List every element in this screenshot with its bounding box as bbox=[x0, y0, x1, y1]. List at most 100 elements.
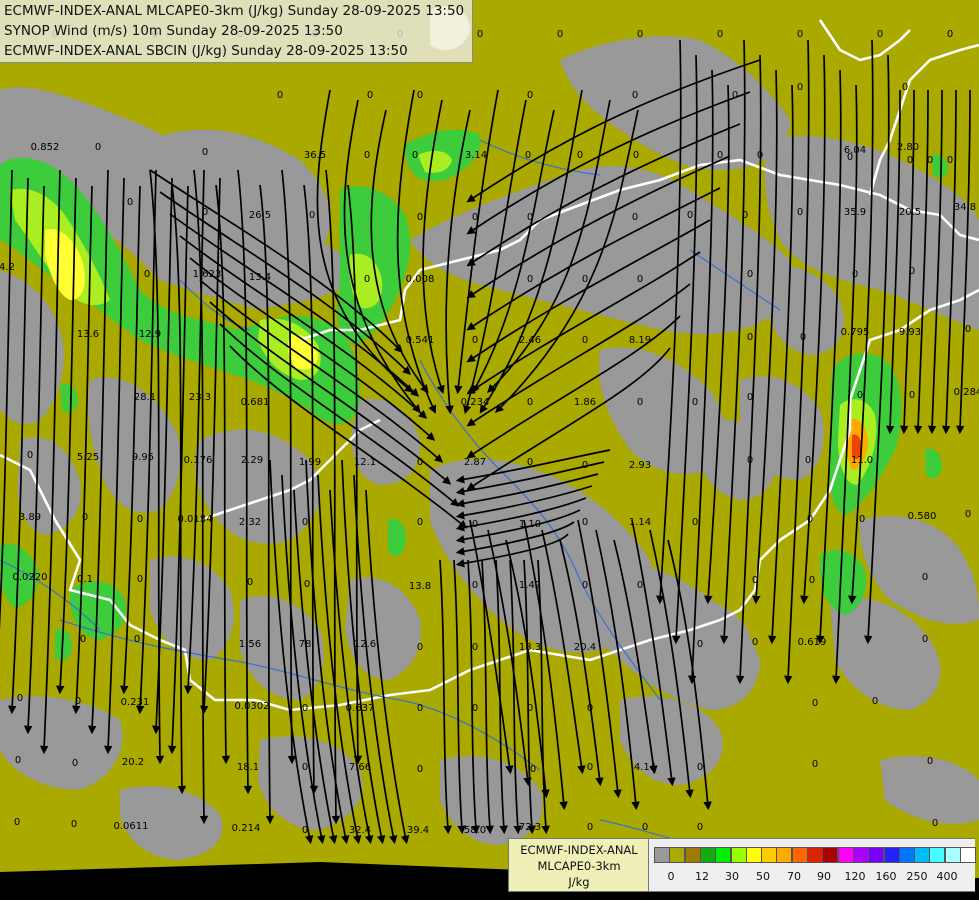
cape-value-label: 0.795 bbox=[841, 327, 870, 338]
cape-value-label: 58.0 bbox=[464, 825, 486, 836]
legend-title-parameter: MLCAPE0-3km bbox=[537, 859, 621, 873]
cape-value-label: 0 bbox=[927, 756, 933, 767]
cape-value-label: 0 bbox=[927, 155, 933, 166]
legend-swatch bbox=[745, 847, 762, 863]
cape-value-label: 0 bbox=[82, 512, 88, 523]
cape-value-label: 0 bbox=[527, 703, 533, 714]
cape-value-label: 1.14 bbox=[629, 517, 651, 528]
cape-value-label: 0 bbox=[812, 698, 818, 709]
cape-value-label: 0.176 bbox=[184, 455, 213, 466]
cape-value-label: 0 bbox=[472, 212, 478, 223]
cape-value-label: 0 bbox=[642, 822, 648, 833]
legend-swatch bbox=[699, 847, 716, 863]
cape-value-label: 0 bbox=[587, 703, 593, 714]
cape-value-label: 13.6 bbox=[77, 329, 99, 340]
cape-value-label: 0 bbox=[417, 703, 423, 714]
cape-value-label: 34.8 bbox=[954, 202, 976, 213]
cape-value-label: 0 bbox=[17, 693, 23, 704]
cape-value-label: 0 bbox=[527, 274, 533, 285]
cape-value-label: 0 bbox=[747, 455, 753, 466]
cape-value-label: 2.87 bbox=[464, 457, 486, 468]
legend-tick-label: 50 bbox=[756, 870, 770, 883]
cape-value-label: 0 bbox=[364, 150, 370, 161]
cape-value-label: 0.541 bbox=[406, 335, 435, 346]
cape-value-label: 0 bbox=[752, 575, 758, 586]
cape-value-label: 0 bbox=[309, 210, 315, 221]
legend-swatch bbox=[868, 847, 885, 863]
cape-value-label: 0 bbox=[530, 764, 536, 775]
cape-value-label: 1.10 bbox=[519, 519, 541, 530]
cape-value-label: 0 bbox=[527, 457, 533, 468]
cape-value-label: 0 bbox=[697, 822, 703, 833]
cape-value-label: 0 bbox=[527, 90, 533, 101]
cape-value-label: 0.0184 bbox=[178, 514, 213, 525]
cape-value-label: 5.25 bbox=[77, 452, 99, 463]
legend-swatch bbox=[776, 847, 793, 863]
cape-value-label: 0 bbox=[797, 207, 803, 218]
cape-value-label: 0 bbox=[965, 509, 971, 520]
cape-value-label: 9.95 bbox=[132, 452, 154, 463]
cape-value-label: 0 bbox=[587, 762, 593, 773]
cape-value-label: 0 bbox=[582, 580, 588, 591]
cape-value-label: 1.86 bbox=[574, 397, 596, 408]
cape-value-label: 18.1 bbox=[237, 762, 259, 773]
cape-value-label: 0 bbox=[75, 696, 81, 707]
legend-tick-label: 400 bbox=[936, 870, 958, 883]
cape-value-label: 0 bbox=[809, 575, 815, 586]
cape-value-label: 13.4 bbox=[249, 272, 271, 283]
cape-value-label: 0 bbox=[747, 392, 753, 403]
cape-value-label: 0 bbox=[747, 332, 753, 343]
cape-value-label: 0 bbox=[304, 579, 310, 590]
cape-value-label: 0 bbox=[417, 764, 423, 775]
legend-tick-label: 12 bbox=[695, 870, 709, 883]
legend-tick-label: 90 bbox=[817, 870, 831, 883]
cape-value-label: 0 bbox=[902, 82, 908, 93]
legend-swatch bbox=[944, 847, 961, 863]
cape-value-label: 0 bbox=[302, 762, 308, 773]
map-title-panel: ECMWF-INDEX-ANAL MLCAPE0-3km (J/kg) Sund… bbox=[0, 0, 473, 63]
cape-value-label: 0 bbox=[417, 517, 423, 528]
cape-value-label: 0.852 bbox=[31, 142, 60, 153]
cape-value-label: 0 bbox=[472, 335, 478, 346]
cape-value-label: 1.56 bbox=[239, 639, 261, 650]
cape-value-label: 0 bbox=[95, 142, 101, 153]
cape-value-label: 0 bbox=[757, 150, 763, 161]
cape-value-label: 11.0 bbox=[851, 455, 873, 466]
cape-value-label: 0.008 bbox=[406, 274, 435, 285]
cape-value-label: 0 bbox=[137, 574, 143, 585]
cape-value-label: 0 bbox=[417, 457, 423, 468]
legend-swatch bbox=[960, 847, 976, 863]
cape-value-label: 0 bbox=[922, 634, 928, 645]
cape-value-label: 0 bbox=[692, 517, 698, 528]
legend-swatch bbox=[684, 847, 701, 863]
cape-value-label: 1.99 bbox=[299, 457, 321, 468]
legend-swatch bbox=[669, 847, 686, 863]
cape-value-label: 18.3 bbox=[519, 642, 541, 653]
cape-value-label: 0 bbox=[15, 755, 21, 766]
cape-value-label: 0 bbox=[412, 150, 418, 161]
cape-value-label: 0 bbox=[852, 269, 858, 280]
weather-map: 0 0 0 0 0 0 0 0 0 0 0 0 0 0 0 0 0 0 0 0 0.852 0 0 36.5 0 0 3.14 0 0 0… bbox=[0, 0, 979, 900]
cape-value-label: 0 bbox=[697, 639, 703, 650]
cape-value-label: 0 bbox=[947, 155, 953, 166]
legend-swatch bbox=[730, 847, 747, 863]
cape-value-label: 0 bbox=[302, 703, 308, 714]
cape-value-label: 78 bbox=[299, 639, 312, 650]
cape-value-label: 0 bbox=[637, 274, 643, 285]
cape-value-label: 0 bbox=[637, 29, 643, 40]
cape-value-label: 36.5 bbox=[304, 150, 326, 161]
cape-value-label: 1.623 bbox=[193, 269, 222, 280]
cape-value-label: 0 bbox=[797, 29, 803, 40]
cape-value-label: 0.0220 bbox=[13, 572, 48, 583]
cape-value-label: 0 bbox=[472, 519, 478, 530]
cape-value-label: 0 bbox=[417, 642, 423, 653]
cape-value-label: 2.32 bbox=[239, 517, 261, 528]
cape-value-label: 0 bbox=[364, 274, 370, 285]
cape-value-label: 12.1 bbox=[354, 457, 376, 468]
cape-value-label: 0 bbox=[633, 150, 639, 161]
legend-scale: 0 12 30 50 70 90 120 160 250 400 bbox=[648, 839, 976, 891]
title-line-2: SYNOP Wind (m/s) 10m Sunday 28-09-2025 1… bbox=[4, 23, 343, 39]
legend-tick-label: 0 bbox=[667, 870, 675, 883]
cape-value-label: 0 bbox=[907, 155, 913, 166]
legend-swatch bbox=[883, 847, 900, 863]
